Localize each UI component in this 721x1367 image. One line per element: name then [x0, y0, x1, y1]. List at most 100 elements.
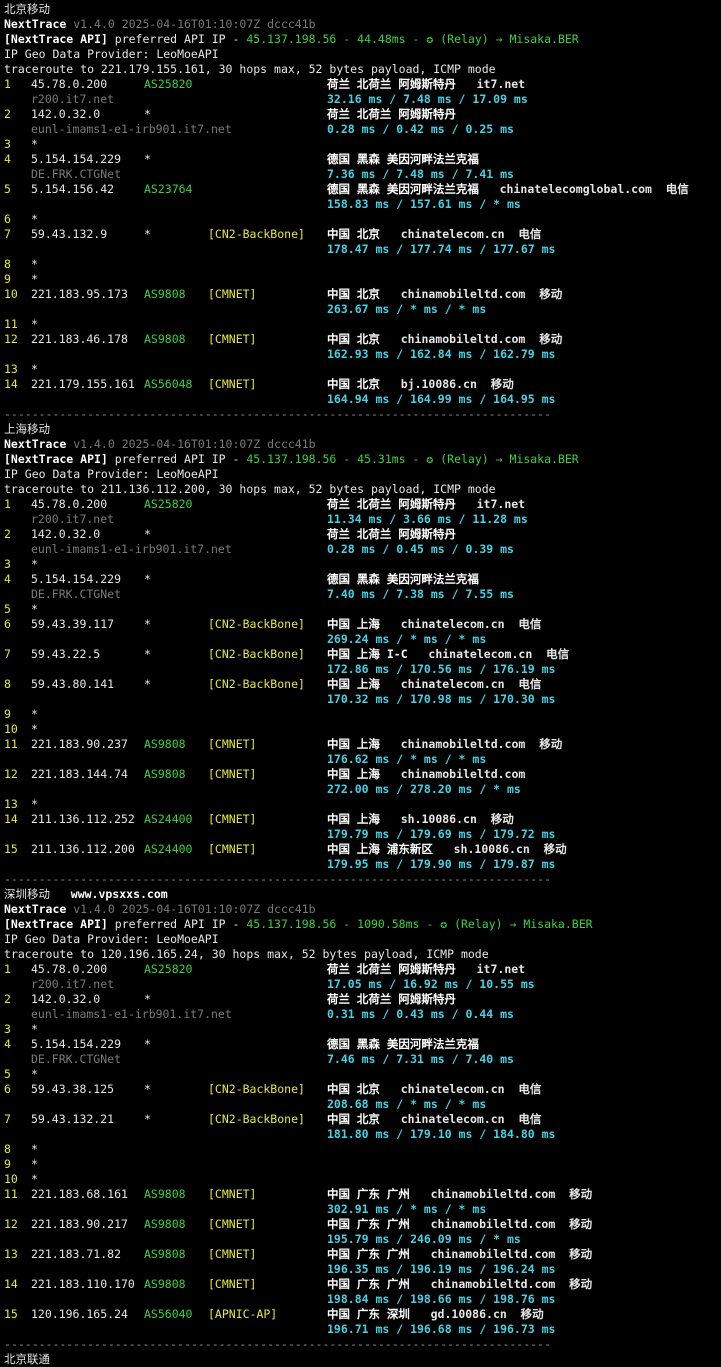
api-text: preferred API IP - [107, 452, 247, 466]
section-title: 深圳移动 www.vpsxxs.com [4, 887, 168, 902]
hop-tag: [CN2-BackBone] [208, 647, 305, 661]
hop-ip: 5.154.154.229 [31, 1037, 122, 1051]
hop-latency: 178.47 ms / 177.74 ms / 177.67 ms [327, 242, 556, 256]
traceroute-text: traceroute to 120.196.165.24, 30 hops ma… [4, 947, 489, 961]
hop-geo-location: 荷兰 北荷兰 阿姆斯特丹 [327, 992, 456, 1006]
hop-ip: 142.0.32.0 [31, 527, 101, 541]
hop-isp: 电信 [504, 1112, 542, 1126]
hop-domain: chinatelecom.cn [379, 1082, 505, 1096]
hop-ip: 59.43.39.117 [31, 617, 115, 631]
hop-rdns: r200.it7.net [31, 92, 115, 106]
separator-line: ----------------------------------------… [4, 872, 551, 887]
app-version-line: NextTrace v1.4.0 2025-04-16T01:10:07Z dc… [4, 437, 316, 452]
hop-domain: chinatelecom.cn [379, 677, 505, 691]
section-separator: ----------------------------------------… [4, 1337, 551, 1351]
relay-info: ✪ (Relay) → Misaka.BER [426, 452, 579, 466]
api-sep: - [336, 32, 358, 46]
hop-ip: 221.183.46.178 [31, 332, 128, 346]
hop-asn: * [144, 1037, 151, 1051]
hop-latency: 196.71 ms / 196.68 ms / 196.73 ms [327, 1322, 556, 1336]
hop-rdns: eunl-imams1-e1-irb901.it7.net [31, 542, 232, 556]
hop-isp: 电信 [504, 617, 542, 631]
hop-tag: [CMNET] [208, 332, 257, 346]
app-name: NextTrace [4, 437, 67, 451]
separator-line: ----------------------------------------… [4, 1337, 551, 1352]
hop-number: 4 [4, 152, 11, 166]
api-tag: [NextTrace API] [4, 917, 108, 931]
hop-asn: * [144, 992, 151, 1006]
hop-number: 1 [4, 77, 11, 91]
hop-number: 7 [4, 1112, 11, 1126]
hop-number: 7 [4, 647, 11, 661]
hop-geo: 中国 北京 chinatelecom.cn 电信 [327, 1082, 541, 1097]
hop-ip: * [31, 797, 38, 811]
hop-number: 12 [4, 1217, 18, 1231]
hop-rdns: eunl-imams1-e1-irb901.it7.net [31, 122, 232, 136]
hop-number: 8 [4, 1142, 11, 1156]
hop-asn: * [144, 227, 151, 241]
hop-number: 2 [4, 992, 11, 1006]
hop-number: 1 [4, 962, 11, 976]
hop-ip: * [31, 137, 38, 151]
hop-asn: AS24400 [144, 812, 193, 826]
hop-geo: 荷兰 北荷兰 阿姆斯特丹 [327, 527, 456, 542]
hop-ip: * [31, 362, 38, 376]
hop-ip: 59.43.80.141 [31, 677, 115, 691]
hop-geo-location: 中国 北京 [327, 377, 380, 391]
footer-section-title: 北京联通 [4, 1352, 50, 1366]
hop-geo-location: 中国 北京 [327, 1112, 380, 1126]
hop-isp: 移动 [555, 1187, 593, 1201]
hop-ip: 5.154.156.42 [31, 182, 115, 196]
hop-isp: 移动 [555, 1277, 593, 1291]
hop-ip: 45.78.0.200 [31, 962, 108, 976]
hop-number: 5 [4, 602, 11, 616]
hop-geo: 中国 北京 chinatelecom.cn 电信 [327, 1112, 541, 1127]
hop-isp: 移动 [525, 287, 563, 301]
hop-geo: 德国 黑森 美因河畔法兰克福 chinatelecomglobal.com 电信 [327, 182, 689, 197]
hop-geo: 荷兰 北荷兰 阿姆斯特丹 it7.net [327, 77, 525, 92]
app-version: v1.4.0 2025-04-16T01:10:07Z dccc41b [66, 437, 316, 451]
hop-asn: * [144, 527, 151, 541]
hop-geo: 中国 上海 chinamobileltd.com [327, 767, 525, 782]
hop-isp: 电信 [504, 227, 542, 241]
hop-isp: 移动 [555, 1217, 593, 1231]
section-title-text: 深圳移动 [4, 887, 50, 901]
hop-tag: [CMNET] [208, 1277, 257, 1291]
hop-latency: 11.34 ms / 3.66 ms / 11.28 ms [327, 512, 528, 526]
hop-ip: 45.78.0.200 [31, 77, 108, 91]
hop-geo-location: 德国 黑森 美因河畔法兰克福 [327, 1037, 479, 1051]
api-ip: 45.137.198.56 [246, 917, 337, 931]
hop-asn: AS25820 [144, 497, 193, 511]
hop-geo-location: 德国 黑森 美因河畔法兰克福 [327, 152, 479, 166]
hop-ip: 5.154.154.229 [31, 572, 122, 586]
hop-domain: chinatelecomglobal.com [478, 182, 652, 196]
hop-number: 8 [4, 257, 11, 271]
hop-latency: 7.46 ms / 7.31 ms / 7.40 ms [327, 1052, 514, 1066]
hop-ip: 59.43.132.21 [31, 1112, 115, 1126]
api-latency: 45.31ms [357, 452, 406, 466]
hop-domain: chinamobileltd.com [409, 1217, 556, 1231]
hop-domain: chinatelecom.cn [379, 617, 505, 631]
hop-number: 2 [4, 527, 11, 541]
section-title-text: 北京移动 [4, 2, 50, 16]
hop-ip: 221.183.90.217 [31, 1217, 128, 1231]
hop-asn: AS23764 [144, 182, 193, 196]
hop-latency: 269.24 ms / * ms / * ms [327, 632, 487, 646]
hop-tag: [CMNET] [208, 812, 257, 826]
hop-number: 5 [4, 182, 11, 196]
hop-asn: * [144, 1082, 151, 1096]
hop-asn: AS9808 [144, 1217, 186, 1231]
hop-geo-location: 荷兰 北荷兰 阿姆斯特丹 [327, 497, 456, 511]
hop-geo-location: 荷兰 北荷兰 阿姆斯特丹 [327, 107, 456, 121]
api-sep2: - [405, 32, 427, 46]
hop-geo-location: 荷兰 北荷兰 阿姆斯特丹 [327, 962, 456, 976]
hop-geo: 中国 上海 chinatelecom.cn 电信 [327, 617, 541, 632]
hop-ip: * [31, 1157, 38, 1171]
hop-number: 10 [4, 722, 18, 736]
hop-domain: bj.10086.cn [379, 377, 477, 391]
hop-ip: 221.183.95.173 [31, 287, 128, 301]
api-text: preferred API IP - [107, 917, 247, 931]
section-title-text: 上海移动 [4, 422, 50, 436]
hop-isp: 移动 [476, 377, 514, 391]
hop-tag: [CMNET] [208, 287, 257, 301]
